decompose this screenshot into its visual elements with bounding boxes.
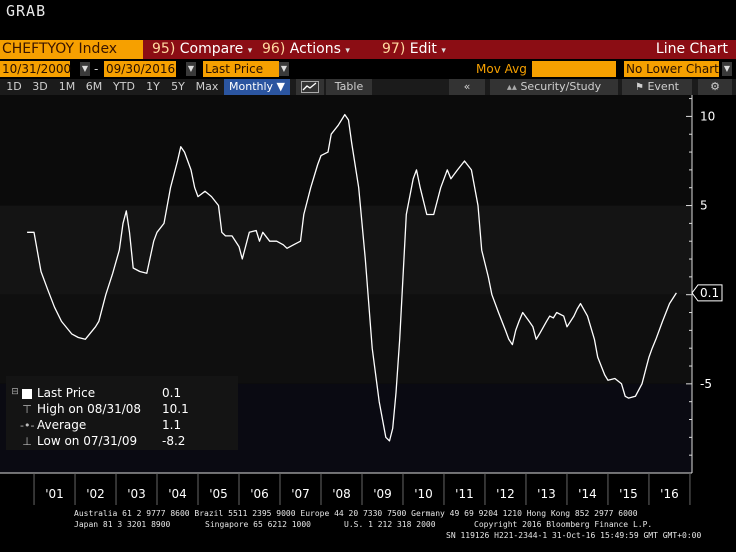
footer-phone-line-1: Australia 61 2 9777 8600 Brazil 5511 239… [74,509,638,518]
x-tick-label: '02 [86,487,105,501]
y-tick-label: -5 [700,377,712,391]
settings-gear-icon[interactable]: ⚙ [698,79,732,95]
range-button-1m[interactable]: 1M [56,79,78,95]
moving-average-field[interactable] [532,61,616,77]
lower-chart-select[interactable]: No Lower Chart [624,61,719,77]
start-date-dropdown-icon[interactable]: ▼ [80,62,90,76]
y-tick-label: 5 [700,199,708,213]
high-marker-icon: ⊤ [22,403,32,416]
edit-label: Edit [409,41,437,57]
security-study-icon: ▴▴ [506,82,517,93]
y-tick-label: 10 [700,109,715,123]
range-button-1d[interactable]: 1D [4,79,24,95]
legend-last-label: Last Price [37,386,96,400]
x-tick-label: '12 [496,487,515,501]
moving-average-label: Mov Avg [476,62,527,76]
plot-band-mid [0,205,692,295]
top-label: GRAB [6,2,47,20]
range-button-5y[interactable]: 5Y [168,79,188,95]
actions-label: Actions [289,41,341,57]
legend-average-value: 1.1 [162,418,182,432]
edit-number: 97) [382,41,406,57]
x-tick-label: '05 [209,487,228,501]
event-button[interactable]: ⚑ Event [622,79,692,95]
legend-low-value: -8.2 [162,434,186,448]
range-button-1y[interactable]: 1Y [143,79,163,95]
event-label: Event [647,80,679,93]
range-button-ytd[interactable]: YTD [110,79,138,95]
start-date-field[interactable]: 10/31/2000 [0,61,71,77]
legend-low-label: Low on 07/31/09 [37,434,138,448]
x-tick-label: '15 [619,487,638,501]
compare-caret-icon: ▾ [247,46,253,56]
x-tick-label: '03 [127,487,146,501]
range-button-6m[interactable]: 6M [83,79,105,95]
x-tick-label: '07 [291,487,310,501]
actions-menu[interactable]: 96) Actions ▾ [262,40,350,59]
ticker-field[interactable]: CHEFTYOY Index [0,40,143,59]
x-tick-label: '11 [455,487,474,501]
x-tick-label: '01 [45,487,64,501]
period-select[interactable]: Monthly ▼ [224,79,290,95]
security-study-label: Security/Study [520,80,602,93]
edit-menu[interactable]: 97) Edit ▾ [382,40,446,59]
legend-last-value: 0.1 [162,386,182,400]
legend-average-label: Average [37,418,87,432]
security-study-button[interactable]: ▴▴ Security/Study [490,79,618,95]
compare-number: 95) [152,41,176,57]
compare-menu[interactable]: 95) Compare ▾ [152,40,252,59]
date-range-row: 10/31/2000 ▼ - 09/30/2016 ▼ Last Price ▼… [0,61,736,77]
range-button-3d[interactable]: 3D [29,79,51,95]
edit-caret-icon: ▾ [441,46,446,56]
plot-band-lower [0,294,692,384]
collapse-chevron-icon[interactable]: « [449,79,485,95]
last-value-label: 0.1 [700,286,719,300]
end-date-field[interactable]: 09/30/2016 [104,61,176,77]
chart-legend: ⊟ Last Price 0.1 ⊤ High on 08/31/08 10.1… [6,376,238,450]
compare-label: Compare [179,41,244,57]
function-menu-bar: CHEFTYOY Index 95) Compare ▾ 96) Actions… [0,40,736,59]
low-marker-icon: ⊥ [22,435,32,448]
range-toolbar: 1D 3D 1M 6M YTD 1Y 5Y Max Monthly ▼ Tabl… [0,79,736,95]
range-button-max[interactable]: Max [193,79,221,95]
chart-type-label: Line Chart [655,41,728,57]
footer-copyright: Copyright 2016 Bloomberg Finance L.P. [474,520,653,529]
lower-chart-dropdown-icon[interactable]: ▼ [722,62,732,76]
line-chart-icon[interactable] [296,79,324,95]
x-tick-label: '08 [332,487,351,501]
footer-phone-japan: Japan 81 3 3201 8900 [74,520,171,529]
x-tick-label: '04 [168,487,187,501]
price-field-dropdown-icon[interactable]: ▼ [279,62,289,76]
legend-high-value: 10.1 [162,402,189,416]
x-tick-label: '13 [537,487,556,501]
price-field-select[interactable]: Last Price [203,61,279,77]
footer-phone-singapore: Singapore 65 6212 1000 [205,520,311,529]
actions-number: 96) [262,41,286,57]
x-tick-label: '09 [373,487,392,501]
average-marker-icon: -•- [20,419,35,432]
date-separator: - [94,62,99,76]
flag-icon: ⚑ [635,82,644,93]
x-tick-label: '10 [414,487,433,501]
last-price-swatch-icon [20,386,34,401]
plot-band-upper [0,95,692,206]
legend-high-label: High on 08/31/08 [37,402,142,416]
x-tick-label: '14 [578,487,597,501]
footer-session-info: SN 119126 H221-2344-1 31-Oct-16 15:49:59… [446,531,702,540]
actions-caret-icon: ▾ [345,46,350,56]
end-date-dropdown-icon[interactable]: ▼ [186,62,196,76]
x-tick-label: '16 [660,487,679,501]
x-tick-label: '06 [250,487,269,501]
table-button[interactable]: Table [326,79,372,95]
footer-phone-us: U.S. 1 212 318 2000 [344,520,436,529]
